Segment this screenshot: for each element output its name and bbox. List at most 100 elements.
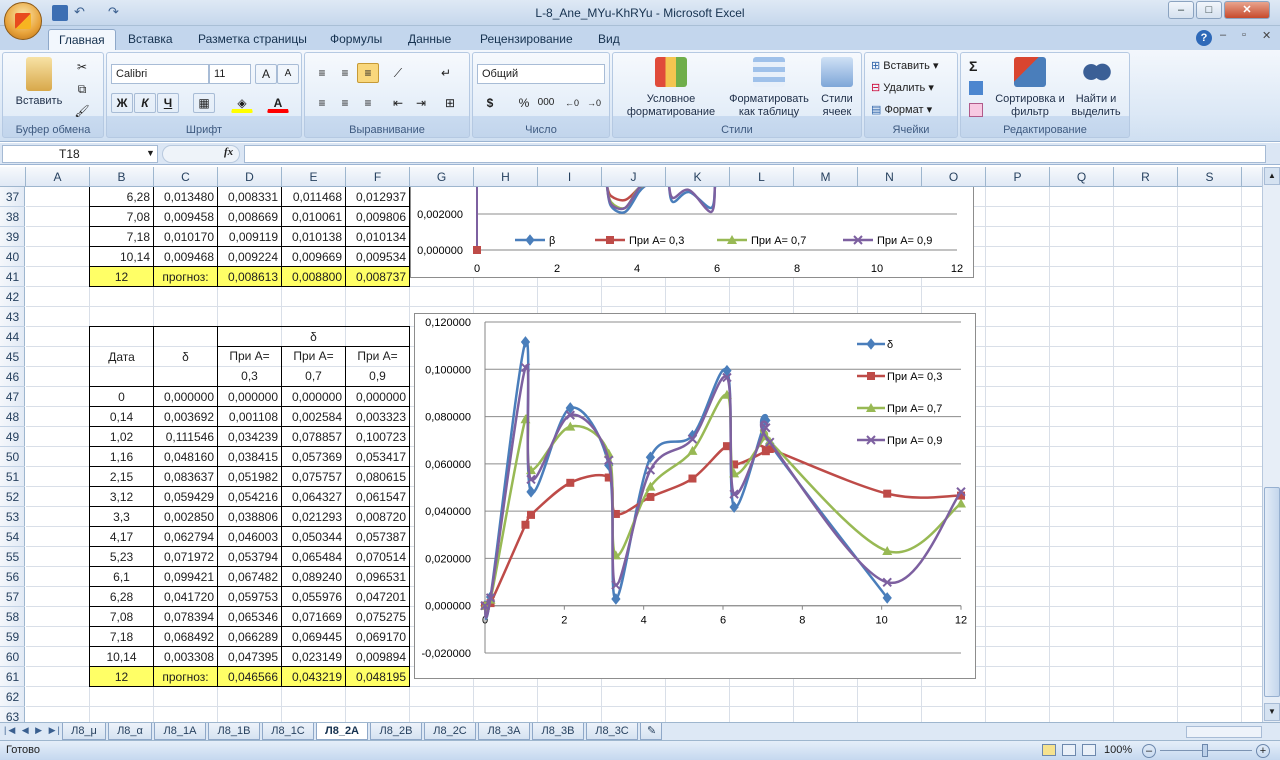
row-header[interactable]: 59 <box>0 627 25 647</box>
table-cell[interactable]: 0,034239 <box>217 426 282 447</box>
underline-button[interactable]: Ч <box>157 93 179 113</box>
column-header[interactable]: P <box>986 167 1050 187</box>
table-cell[interactable]: 0,071972 <box>153 546 218 567</box>
table-cell[interactable]: 0,061547 <box>345 486 410 507</box>
top-table-cell[interactable]: 0,013480 <box>153 187 218 207</box>
table-cell[interactable]: 0,001108 <box>217 406 282 427</box>
tab-review[interactable]: Рецензирование <box>470 29 583 50</box>
table-cell[interactable]: 0,070514 <box>345 546 410 567</box>
chart-main[interactable]: 0,120000 0,100000 0,080000 0,060000 0,040000… <box>414 313 976 679</box>
office-button[interactable] <box>4 2 42 40</box>
column-header[interactable]: K <box>666 167 730 187</box>
sheet-tab[interactable]: Л8_3А <box>478 723 530 740</box>
table-cell[interactable]: 0,046003 <box>217 526 282 547</box>
copy-icon[interactable]: ⧉ <box>71 79 93 99</box>
row-header[interactable]: 58 <box>0 607 25 627</box>
top-table-cell[interactable]: 0,010170 <box>153 226 218 247</box>
row-header[interactable]: 49 <box>0 427 25 447</box>
scroll-down-icon[interactable]: ▼ <box>1264 703 1280 721</box>
bold-button[interactable]: Ж <box>111 93 133 113</box>
font-size-select[interactable]: 11 <box>209 64 251 84</box>
sheet-tab[interactable]: Л8_3С <box>586 723 638 740</box>
table-cell[interactable]: 4,17 <box>89 526 154 547</box>
table-cell[interactable]: 0,065346 <box>217 606 282 627</box>
sheet-tab[interactable]: Л8_2С <box>424 723 476 740</box>
name-box[interactable]: T18 <box>2 145 158 163</box>
table-cell[interactable]: 0,054216 <box>217 486 282 507</box>
table-cell[interactable]: 0,000000 <box>281 386 346 407</box>
zoom-out-icon[interactable]: – <box>1142 744 1156 758</box>
align-center-icon[interactable]: ≡ <box>334 93 356 113</box>
align-top-icon[interactable]: ≡ <box>311 63 333 83</box>
font-color-icon[interactable]: A <box>267 93 289 113</box>
header-delta[interactable]: δ <box>153 326 218 387</box>
top-table-cell[interactable]: 0,009458 <box>153 206 218 227</box>
row-header[interactable]: 39 <box>0 227 25 247</box>
table-cell[interactable]: 0,002850 <box>153 506 218 527</box>
table-cell[interactable]: 0,000000 <box>217 386 282 407</box>
formula-input[interactable] <box>244 145 1266 163</box>
top-table-cell[interactable]: 0,010134 <box>345 226 410 247</box>
number-format-select[interactable]: Общий <box>477 64 605 84</box>
row-header[interactable]: 60 <box>0 647 25 667</box>
sheet-tab[interactable]: Л8_1В <box>208 723 260 740</box>
maximize-button[interactable]: □ <box>1196 1 1222 19</box>
top-table-cell[interactable]: 0,011468 <box>281 187 346 207</box>
orientation-icon[interactable]: ⟋ <box>387 63 409 83</box>
font-name-select[interactable]: Calibri <box>111 64 209 84</box>
table-cell[interactable]: 0,008720 <box>345 506 410 527</box>
name-box-dropdown-icon[interactable]: ▼ <box>146 148 155 158</box>
table-cell[interactable]: 0,051982 <box>217 466 282 487</box>
table-cell[interactable]: 1,02 <box>89 426 154 447</box>
table-cell[interactable]: 0,071669 <box>281 606 346 627</box>
top-forecast-cell[interactable]: 0,008800 <box>281 266 346 287</box>
row-header[interactable]: 53 <box>0 507 25 527</box>
italic-button[interactable]: К <box>134 93 156 113</box>
row-header[interactable]: 62 <box>0 687 25 707</box>
sheet-tab[interactable]: Л8_1А <box>154 723 206 740</box>
table-cell[interactable]: 7,18 <box>89 626 154 647</box>
table-cell[interactable]: 10,14 <box>89 646 154 667</box>
table-cell[interactable]: 0,050344 <box>281 526 346 547</box>
align-bottom-icon[interactable]: ≡ <box>357 63 379 83</box>
table-cell[interactable]: 0,041720 <box>153 586 218 607</box>
table-cell[interactable]: 0,065484 <box>281 546 346 567</box>
table-cell[interactable]: 0,096531 <box>345 566 410 587</box>
top-forecast-cell[interactable]: 12 <box>89 266 154 287</box>
format-as-table-button[interactable]: Форматировать как таблицу <box>723 57 815 119</box>
column-header[interactable]: L <box>730 167 794 187</box>
forecast-cell[interactable]: 12 <box>89 666 154 687</box>
ribbon-restore-icon[interactable]: ▫ <box>1242 29 1246 41</box>
table-cell[interactable]: 0,078394 <box>153 606 218 627</box>
row-header[interactable]: 61 <box>0 667 25 687</box>
new-sheet-icon[interactable]: ✎ <box>640 723 662 740</box>
column-header[interactable]: J <box>602 167 666 187</box>
fill-icon[interactable] <box>969 81 983 95</box>
tab-home[interactable]: Главная <box>48 29 116 50</box>
page-break-view-icon[interactable] <box>1082 744 1096 756</box>
top-forecast-cell[interactable]: прогноз: <box>153 266 218 287</box>
row-header[interactable]: 51 <box>0 467 25 487</box>
table-cell[interactable]: 3,3 <box>89 506 154 527</box>
table-cell[interactable]: 0,080615 <box>345 466 410 487</box>
row-header[interactable]: 46 <box>0 367 25 387</box>
column-header[interactable]: B <box>90 167 154 187</box>
scroll-up-icon[interactable]: ▲ <box>1264 167 1280 185</box>
horizontal-scrollbar[interactable] <box>1186 726 1262 738</box>
forecast-cell[interactable]: 0,048195 <box>345 666 410 687</box>
vertical-scrollbar[interactable]: ▲ ▼ <box>1262 167 1280 722</box>
sheet-tab[interactable]: Л8_1С <box>262 723 314 740</box>
table-cell[interactable]: 0,059753 <box>217 586 282 607</box>
fill-color-icon[interactable]: ◈ <box>231 93 253 113</box>
top-table-cell[interactable]: 7,18 <box>89 226 154 247</box>
table-cell[interactable]: 0,047201 <box>345 586 410 607</box>
table-cell[interactable]: 0,048160 <box>153 446 218 467</box>
column-header[interactable]: E <box>282 167 346 187</box>
top-forecast-cell[interactable]: 0,008737 <box>345 266 410 287</box>
undo-icon[interactable]: ↶ <box>74 5 90 19</box>
table-cell[interactable]: 0,053794 <box>217 546 282 567</box>
decrease-decimal-icon[interactable]: →0 <box>583 93 605 113</box>
table-cell[interactable]: 0,053417 <box>345 446 410 467</box>
find-select-button[interactable]: Найти и выделить <box>1065 57 1127 119</box>
table-cell[interactable]: 0,064327 <box>281 486 346 507</box>
